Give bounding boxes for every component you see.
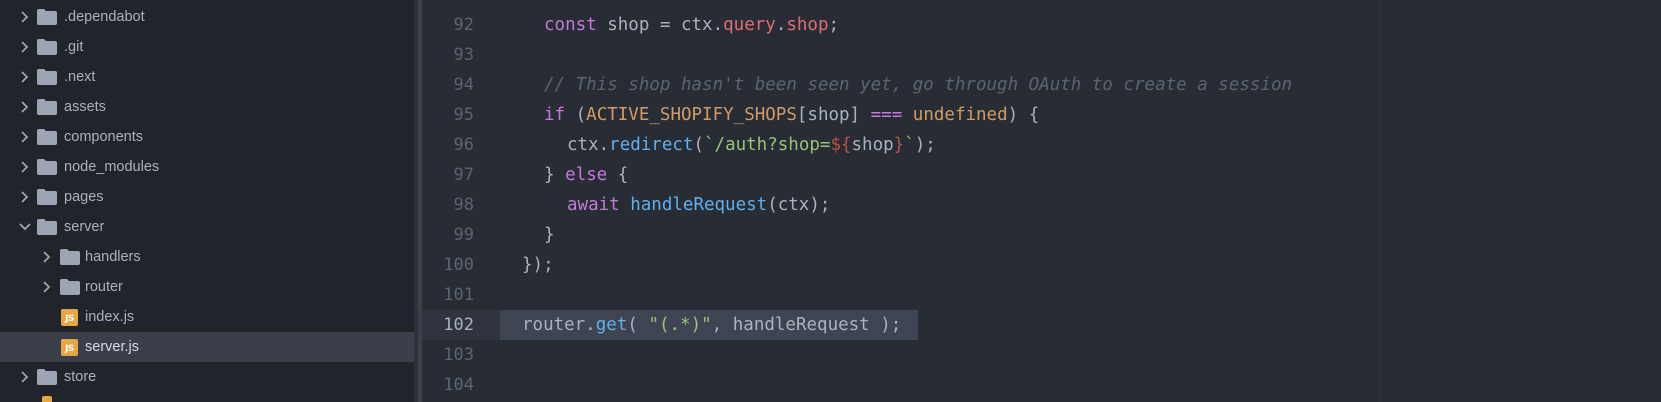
tree-item-label: node_modules xyxy=(64,159,160,175)
code-text: router.get( "(.*)", handleRequest ); xyxy=(522,315,902,335)
code-text: if (ACTIVE_SHOPIFY_SHOPS[shop] === undef… xyxy=(544,105,1040,125)
folder-icon xyxy=(37,369,57,385)
tree-item-node-modules[interactable]: node_modules xyxy=(0,152,414,182)
tree-item-pages[interactable]: pages xyxy=(0,182,414,212)
code-line: 93 xyxy=(422,40,1661,70)
code-text: } xyxy=(544,225,555,245)
tree-item-label: pages xyxy=(64,189,104,205)
line-number: 102 xyxy=(443,315,474,335)
code-text: const shop = ctx.query.shop; xyxy=(544,15,840,35)
code-line: 104 xyxy=(422,370,1661,400)
code-text: }); xyxy=(522,255,554,275)
code-line: 92 const shop = ctx.query.shop; xyxy=(422,10,1661,40)
tree-item-label: server xyxy=(64,219,105,235)
chevron-right-icon[interactable] xyxy=(42,242,56,272)
code-comment: // This shop hasn't been seen yet, go th… xyxy=(544,75,1293,95)
line-number: 93 xyxy=(453,45,474,65)
folder-icon xyxy=(60,249,80,265)
javascript-file-icon: JS xyxy=(61,339,78,356)
code-line: 103 xyxy=(422,340,1661,370)
line-number: 94 xyxy=(453,75,474,95)
line-number: 99 xyxy=(453,225,474,245)
chevron-right-icon[interactable] xyxy=(20,92,34,122)
tree-item-server-js[interactable]: JS server.js xyxy=(0,332,414,362)
line-number: 103 xyxy=(443,345,474,365)
partial-file-icon xyxy=(42,396,52,402)
tree-item-label: .next xyxy=(64,69,96,85)
code-line: 98 await handleRequest(ctx); xyxy=(422,190,1661,220)
code-text: await handleRequest(ctx); xyxy=(567,195,831,215)
folder-open-icon xyxy=(37,219,57,235)
line-number: 97 xyxy=(453,165,474,185)
tree-item-server[interactable]: server xyxy=(0,212,414,242)
folder-icon xyxy=(37,9,57,25)
code-line: 97 } else { xyxy=(422,160,1661,190)
tree-item-label: router xyxy=(85,279,123,295)
tree-item-dependabot[interactable]: .dependabot xyxy=(0,2,414,32)
code-line: 96 ctx.redirect(`/auth?shop=${shop}`); xyxy=(422,130,1661,160)
code-line: 100 }); xyxy=(422,250,1661,280)
line-number: 100 xyxy=(443,255,474,275)
code-line: 101 xyxy=(422,280,1661,310)
tree-item-label: .dependabot xyxy=(64,9,145,25)
line-number: 92 xyxy=(453,15,474,35)
chevron-right-icon[interactable] xyxy=(20,362,34,392)
chevron-right-icon[interactable] xyxy=(42,272,56,302)
file-tree-panel: .dependabot .git .next assets components… xyxy=(0,0,414,402)
code-line: 94 // This shop hasn't been seen yet, go… xyxy=(422,70,1661,100)
tree-item-git[interactable]: .git xyxy=(0,32,414,62)
folder-icon xyxy=(37,99,57,115)
folder-icon xyxy=(37,159,57,175)
folder-icon xyxy=(37,39,57,55)
tree-item-store[interactable]: store xyxy=(0,362,414,392)
chevron-right-icon[interactable] xyxy=(20,152,34,182)
code-text: } else { xyxy=(544,165,629,185)
tree-item-next[interactable]: .next xyxy=(0,62,414,92)
code-editor[interactable]: 92 const shop = ctx.query.shop; 93 94 //… xyxy=(422,0,1661,402)
tree-item-index-js[interactable]: JS index.js xyxy=(0,302,414,332)
folder-icon xyxy=(37,69,57,85)
tree-item-handlers[interactable]: handlers xyxy=(0,242,414,272)
chevron-right-icon[interactable] xyxy=(20,182,34,212)
line-number: 96 xyxy=(453,135,474,155)
code-line-current: 102 router.get( "(.*)", handleRequest ); xyxy=(422,310,1661,340)
tree-item-label: components xyxy=(64,129,143,145)
line-number: 104 xyxy=(443,375,474,395)
tree-item-label: server.js xyxy=(85,339,139,355)
folder-icon xyxy=(37,189,57,205)
line-number: 101 xyxy=(443,285,474,305)
chevron-down-icon[interactable] xyxy=(18,212,32,242)
line-number: 95 xyxy=(453,105,474,125)
code-line: 95 if (ACTIVE_SHOPIFY_SHOPS[shop] === un… xyxy=(422,100,1661,130)
code-text: ctx.redirect(`/auth?shop=${shop}`); xyxy=(567,135,936,155)
chevron-right-icon[interactable] xyxy=(20,32,34,62)
folder-icon xyxy=(60,279,80,295)
tree-item-label: .git xyxy=(64,39,84,55)
javascript-file-icon: JS xyxy=(61,309,78,326)
tree-item-label: assets xyxy=(64,99,106,115)
chevron-right-icon[interactable] xyxy=(20,2,34,32)
tree-item-label: index.js xyxy=(85,309,135,325)
tree-item-router[interactable]: router xyxy=(0,272,414,302)
tree-item-label: handlers xyxy=(85,249,141,265)
tree-item-components[interactable]: components xyxy=(0,122,414,152)
chevron-right-icon[interactable] xyxy=(20,122,34,152)
tree-item-label: store xyxy=(64,369,97,385)
code-line: 99 } xyxy=(422,220,1661,250)
wrap-guide xyxy=(1380,0,1381,402)
folder-icon xyxy=(37,129,57,145)
chevron-right-icon[interactable] xyxy=(20,62,34,92)
tree-item-assets[interactable]: assets xyxy=(0,92,414,122)
line-number: 98 xyxy=(453,195,474,215)
